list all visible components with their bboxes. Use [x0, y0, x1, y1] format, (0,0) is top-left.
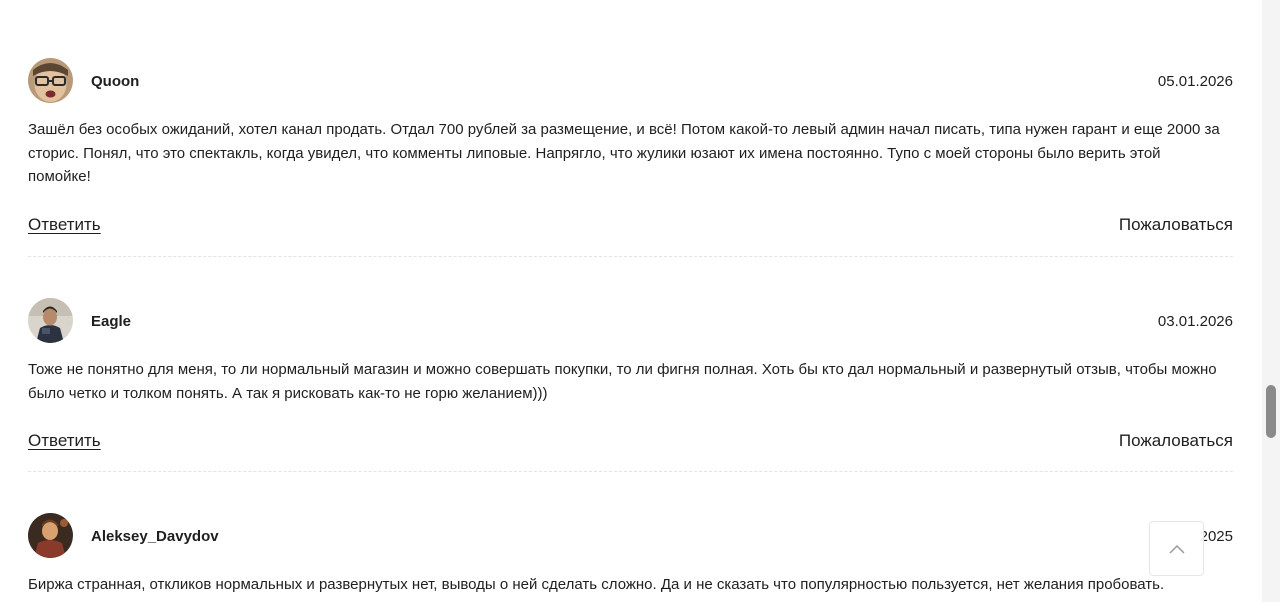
- comment-date: 2025: [1199, 528, 1233, 545]
- scrollbar-thumb[interactable]: [1266, 385, 1276, 438]
- comment-date: 05.01.2026: [1157, 73, 1233, 90]
- avatar[interactable]: [28, 513, 73, 558]
- avatar-aleksey-image: [28, 513, 73, 558]
- report-button[interactable]: Пожаловаться: [1119, 431, 1233, 451]
- scrollbar[interactable]: [1262, 0, 1280, 602]
- scroll-to-top-button[interactable]: [1149, 521, 1204, 576]
- avatar[interactable]: [28, 58, 73, 103]
- comment-author: Aleksey_Davydov: [91, 528, 219, 545]
- comment-text: Биржа странная, откликов нормальных и ра…: [28, 576, 1165, 593]
- comment-author: Eagle: [91, 313, 132, 330]
- comment-header: Aleksey_Davydov 2025: [28, 513, 1233, 559]
- comment-author: Quoon: [91, 73, 140, 90]
- page: Quoon 05.01.2026 Зашёл без особых ожидан…: [0, 0, 1280, 602]
- comment: Quoon 05.01.2026 Зашёл без особых ожидан…: [28, 58, 1233, 257]
- report-button[interactable]: Пожаловаться: [1119, 215, 1233, 235]
- avatar[interactable]: [28, 298, 73, 343]
- comment-actions: Ответить Пожаловаться: [28, 431, 1233, 455]
- chevron-up-icon: [1168, 544, 1185, 554]
- comment: Eagle 03.01.2026 Тоже не понятно для мен…: [28, 298, 1233, 472]
- avatar-quoon-image: [28, 58, 73, 103]
- comment-header: Eagle 03.01.2026: [28, 298, 1233, 344]
- comment-text: Тоже не понятно для меня, то ли нормальн…: [28, 361, 1217, 402]
- comment-header: Quoon 05.01.2026: [28, 58, 1233, 104]
- comment-date: 03.01.2026: [1157, 313, 1233, 330]
- reply-button[interactable]: Ответить: [28, 431, 101, 451]
- avatar-eagle-image: [28, 298, 73, 343]
- comment-text: Зашёл без особых ожиданий, хотел канал п…: [28, 121, 1220, 185]
- comment: Aleksey_Davydov 2025 Биржа странная, отк…: [28, 513, 1233, 597]
- comments-list: Quoon 05.01.2026 Зашёл без особых ожидан…: [28, 58, 1233, 597]
- reply-button[interactable]: Ответить: [28, 215, 101, 235]
- comment-actions: Ответить Пожаловаться: [28, 215, 1233, 239]
